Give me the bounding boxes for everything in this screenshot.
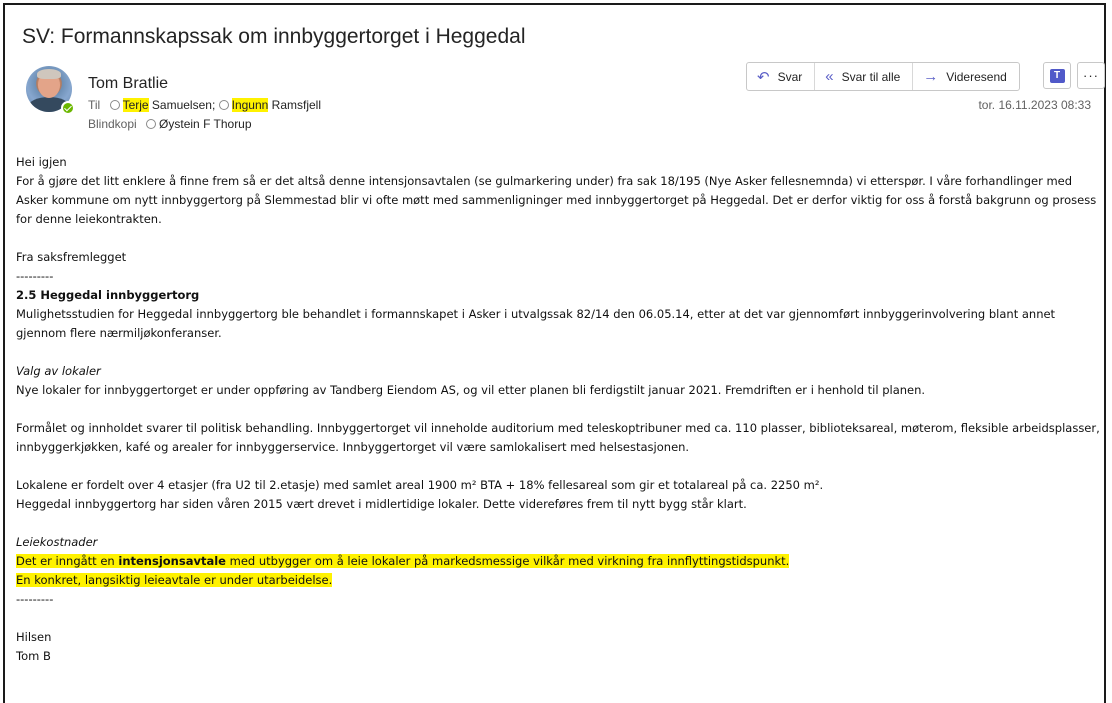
body-paragraph: Formålet og innholdet svarer til politis…	[16, 421, 1100, 454]
body-paragraph: Mulighetsstudien for Heggedal innbyggert…	[16, 307, 1056, 340]
body-paragraph: For å gjøre det litt enklere å finne fre…	[16, 174, 1097, 226]
teams-icon: T	[1049, 68, 1065, 83]
forward-label: Videresend	[946, 69, 1007, 84]
section-heading: 2.5 Heggedal innbyggertorg	[16, 288, 200, 302]
recipient-last-name: Ramsfjell	[268, 98, 322, 112]
reply-all-arrow-icon: «	[825, 68, 834, 85]
subheading: Valg av lokaler	[16, 364, 101, 378]
teams-button[interactable]: T	[1043, 62, 1071, 89]
highlighted-text: En konkret, langsiktig leieavtale er und…	[16, 573, 333, 587]
quote-intro: Fra saksfremlegget	[16, 250, 127, 264]
forward-arrow-icon: →	[923, 68, 939, 85]
subheading: Leiekostnader	[16, 535, 98, 549]
highlighted-text: Det er inngått en intensjonsavtale med u…	[16, 554, 790, 568]
bcc-recipients: Blindkopi Øystein F Thorup	[88, 117, 252, 131]
presence-unknown-icon	[109, 100, 120, 110]
bcc-label: Blindkopi	[88, 117, 137, 131]
recipient-last-name: Samuelsen;	[148, 98, 216, 112]
separator-line: ---------	[16, 592, 54, 606]
to-recipients: Til Terje Samuelsen; Ingunn Ramsfjell	[88, 98, 321, 112]
reply-all-button[interactable]: « Svar til alle	[815, 63, 914, 90]
separator-line: ---------	[16, 269, 54, 283]
recipient-first-name: Terje	[122, 98, 149, 112]
body-paragraph: Heggedal innbyggertorg har siden våren 2…	[16, 497, 747, 511]
reply-arrow-icon: ↶	[757, 68, 770, 86]
email-body: Hei igjen For å gjøre det litt enklere å…	[16, 153, 1101, 666]
forward-button[interactable]: → Videresend	[913, 63, 1019, 90]
recipient-ingunn[interactable]: Ingunn Ramsfjell	[218, 98, 322, 112]
presence-unknown-icon	[218, 100, 229, 110]
message-actions: ↶ Svar « Svar til alle → Videresend	[746, 62, 1020, 91]
email-subject: SV: Formannskapssak om innbyggertorget i…	[22, 25, 526, 48]
reply-button[interactable]: ↶ Svar	[747, 63, 816, 90]
presence-available-icon	[61, 101, 75, 115]
closing: Hilsen	[16, 630, 52, 644]
to-label: Til	[88, 98, 101, 112]
presence-unknown-icon	[146, 119, 157, 129]
more-options-button[interactable]: ···	[1077, 62, 1105, 89]
sender-name[interactable]: Tom Bratlie	[88, 75, 168, 93]
reply-all-label: Svar til alle	[841, 69, 901, 84]
greeting: Hei igjen	[16, 155, 67, 169]
email-reading-pane: SV: Formannskapssak om innbyggertorget i…	[3, 3, 1106, 703]
signature: Tom B	[16, 649, 51, 663]
recipient-terje[interactable]: Terje Samuelsen;	[109, 98, 219, 112]
avatar-hair	[37, 69, 61, 79]
body-paragraph: Lokalene er fordelt over 4 etasjer (fra …	[16, 478, 824, 492]
sent-date: tor. 16.11.2023 08:33	[978, 98, 1091, 112]
recipient-oystein[interactable]: Øystein F Thorup	[146, 117, 252, 131]
reply-label: Svar	[777, 69, 803, 84]
body-paragraph: Nye lokaler for innbyggertorget er under…	[16, 383, 926, 397]
recipient-first-name: Ingunn	[231, 98, 269, 112]
